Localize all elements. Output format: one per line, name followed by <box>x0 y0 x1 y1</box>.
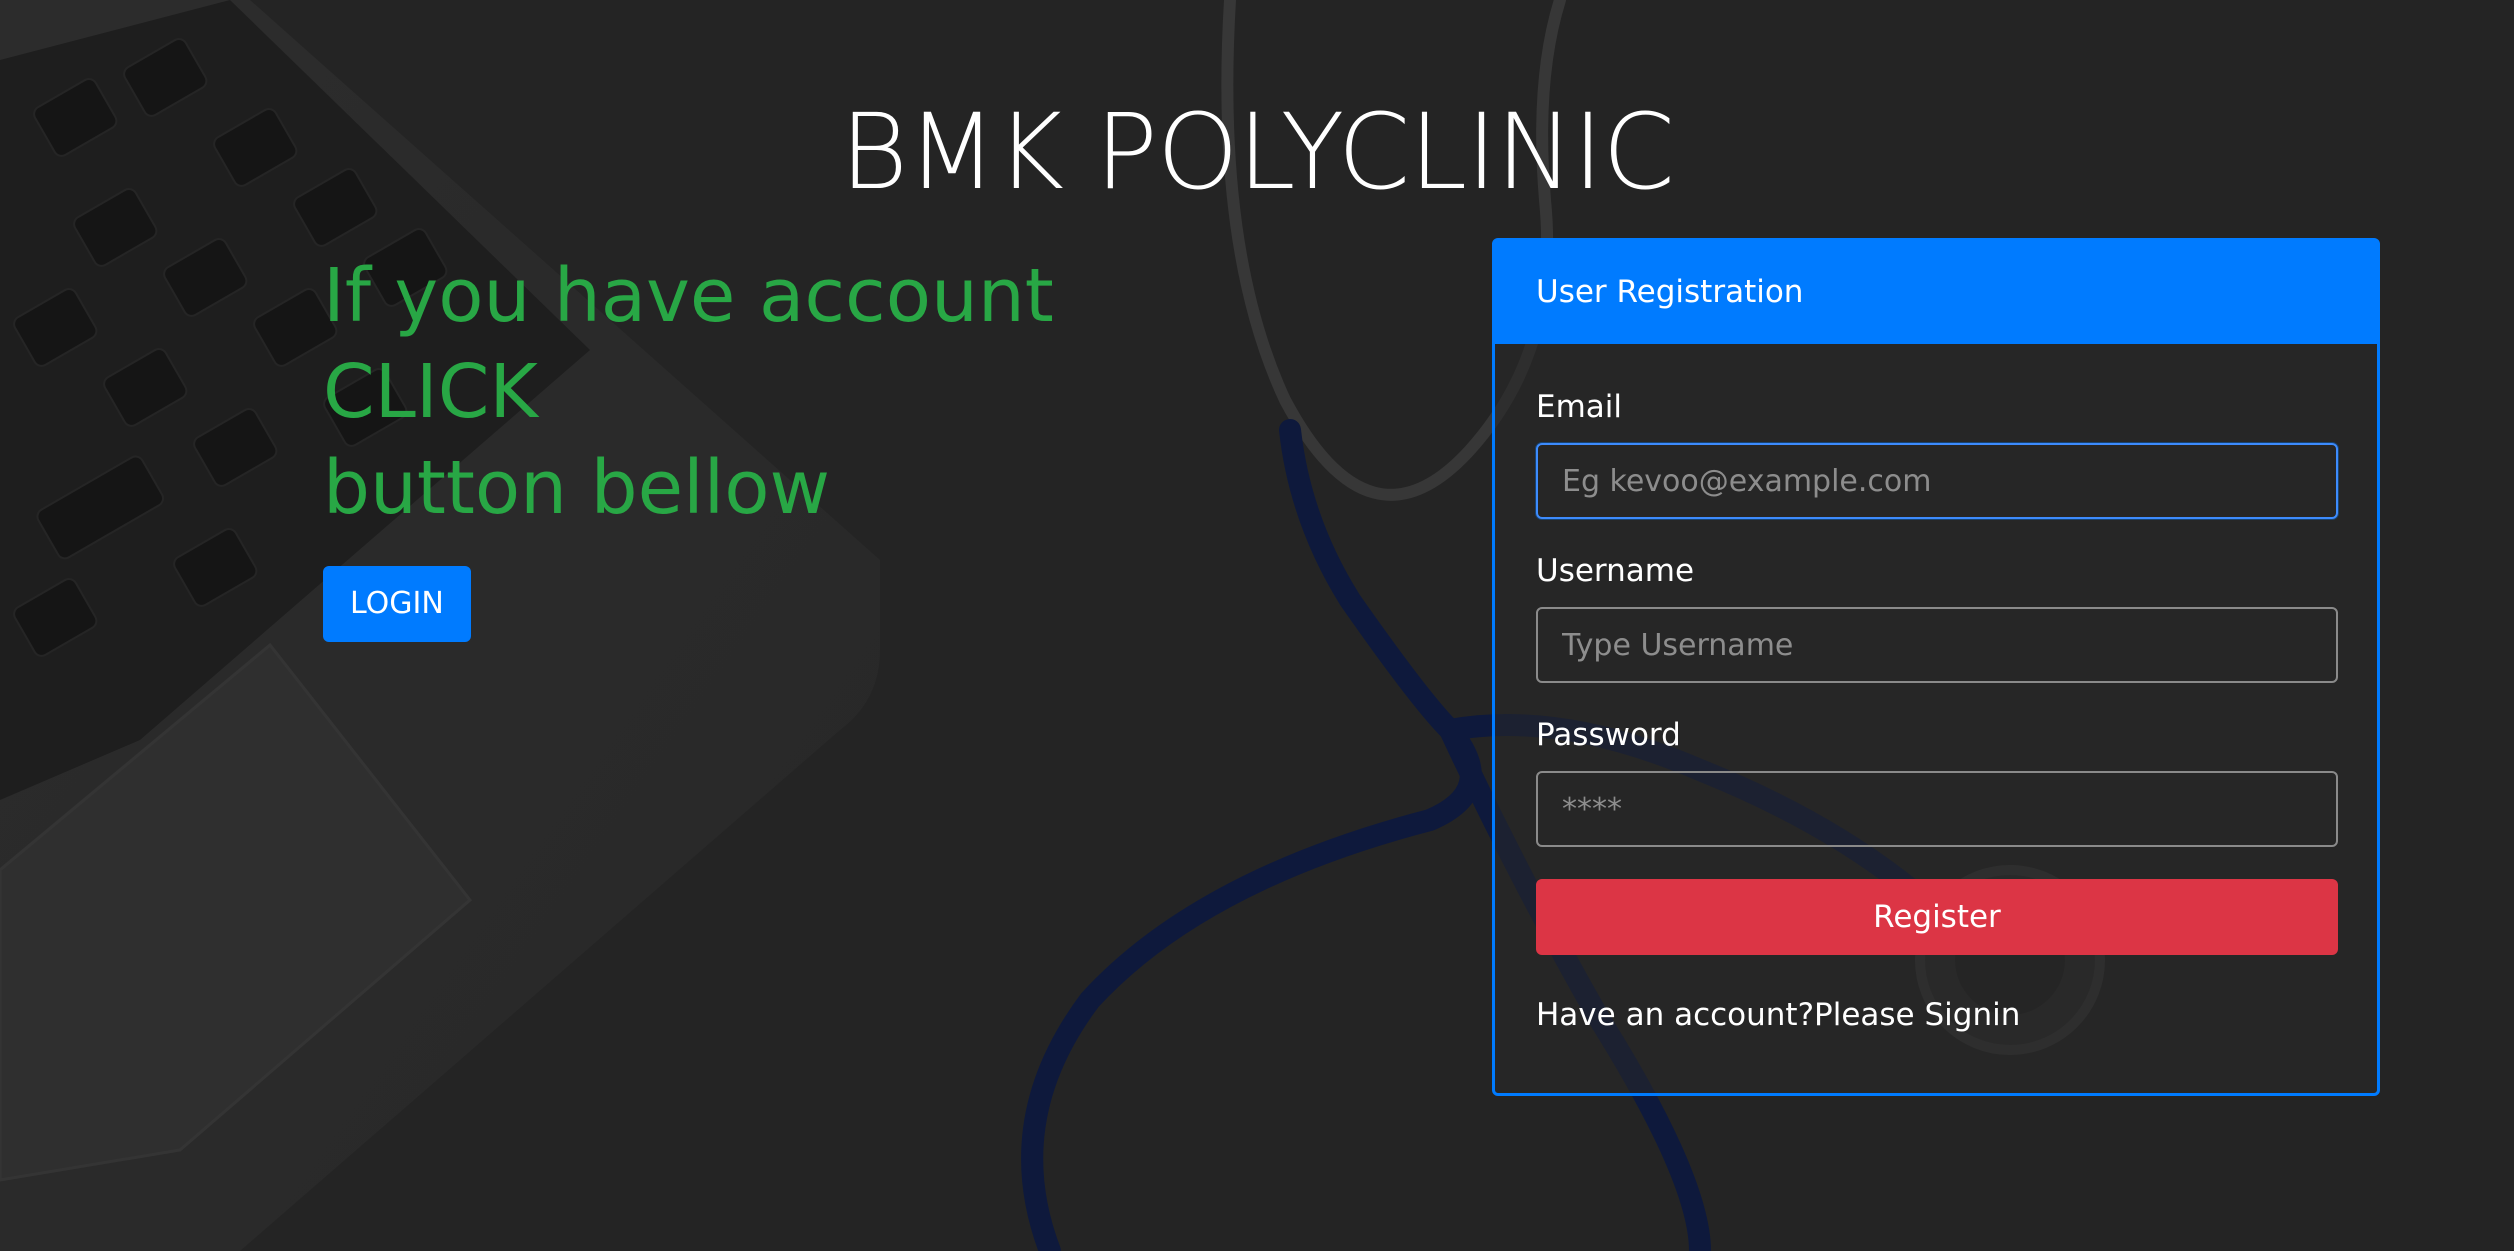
site-title: BMK POLYCLINIC <box>840 91 1675 213</box>
registration-card: User Registration Email Username Passwor… <box>1492 238 2380 1096</box>
login-prompt-heading: If you have account CLICK button bellow <box>323 248 1283 536</box>
signin-link[interactable]: Please Signin <box>1814 997 2020 1033</box>
signin-prompt: Have an account?Please Signin <box>1536 997 2336 1033</box>
login-prompt-line-2: button bellow <box>323 445 831 531</box>
have-account-text: Have an account? <box>1536 997 1815 1033</box>
password-label: Password <box>1536 717 1681 753</box>
email-label: Email <box>1536 389 1623 425</box>
login-button[interactable]: LOGIN <box>323 566 471 642</box>
username-label: Username <box>1536 553 1695 589</box>
email-field[interactable] <box>1536 443 2338 519</box>
register-button[interactable]: Register <box>1536 879 2338 955</box>
registration-card-header: User Registration <box>1495 241 2377 344</box>
registration-form: Email Username Password Register Have an… <box>1495 344 2377 1033</box>
login-prompt-section: If you have account CLICK button bellow … <box>323 248 1283 642</box>
login-prompt-line-1: If you have account CLICK <box>323 253 1054 435</box>
page: BMK POLYCLINIC If you have account CLICK… <box>0 0 2514 1251</box>
password-field[interactable] <box>1536 771 2338 847</box>
username-field[interactable] <box>1536 607 2338 683</box>
